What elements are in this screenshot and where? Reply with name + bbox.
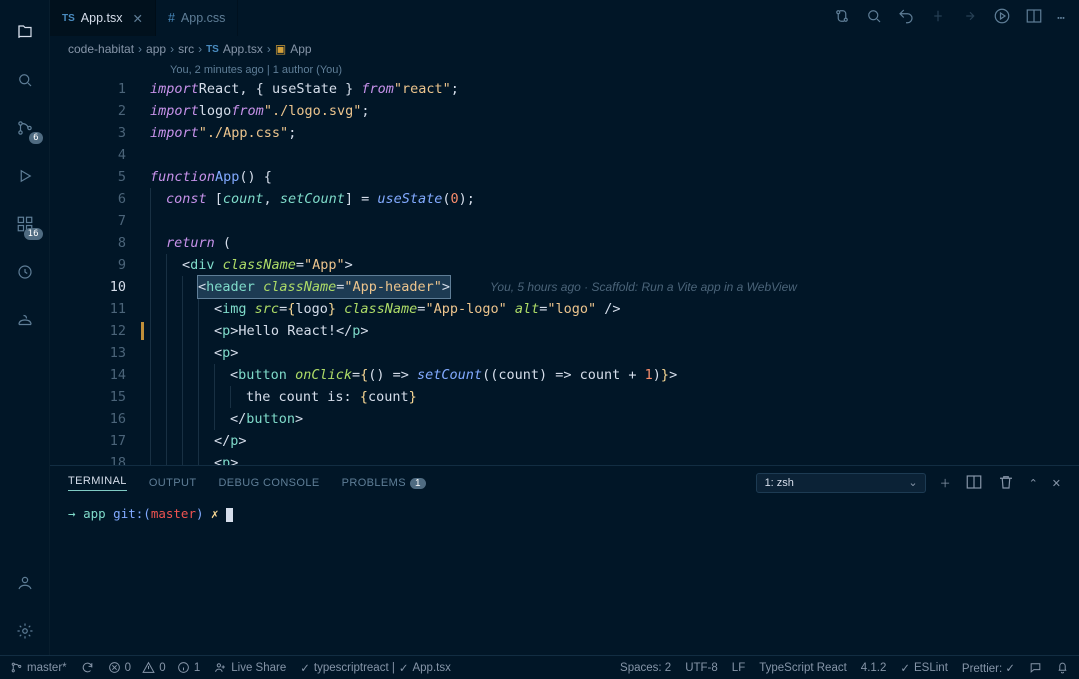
bottom-panel: TERMINAL OUTPUT DEBUG CONSOLE PROBLEMS1 … xyxy=(50,465,1079,655)
settings-gear-icon[interactable] xyxy=(11,617,39,645)
crumb[interactable]: app xyxy=(146,42,166,56)
prev-change-icon[interactable] xyxy=(929,7,947,29)
status-ts-version[interactable]: 4.1.2 xyxy=(861,662,887,674)
status-feedback-icon[interactable] xyxy=(1029,661,1042,674)
crumb[interactable]: code-habitat xyxy=(68,42,134,56)
close-icon[interactable]: ✕ xyxy=(132,11,142,26)
scm-badge: 6 xyxy=(29,132,42,144)
tab-label: App.tsx xyxy=(81,11,123,25)
status-encoding[interactable]: UTF-8 xyxy=(685,662,718,674)
new-terminal-icon[interactable]: ＋ xyxy=(940,475,951,491)
crumb[interactable]: src xyxy=(178,42,194,56)
accounts-icon[interactable] xyxy=(11,569,39,597)
status-branch[interactable]: master* xyxy=(10,661,67,674)
terminal-cursor xyxy=(226,508,233,522)
css-file-icon: # xyxy=(168,11,175,25)
maximize-panel-icon[interactable]: ⌃ xyxy=(1029,477,1038,490)
split-editor-icon[interactable] xyxy=(1025,7,1043,29)
crumb-symbol[interactable]: App xyxy=(290,42,311,56)
tab-app-tsx[interactable]: TS App.tsx ✕ xyxy=(50,0,156,36)
status-eslint[interactable]: ✓ ESLint xyxy=(900,661,948,675)
ts-file-icon: TS xyxy=(206,44,219,55)
source-control-icon[interactable]: 6 xyxy=(11,114,39,142)
ts-file-icon: TS xyxy=(62,13,75,24)
panel-tab-output[interactable]: OUTPUT xyxy=(149,477,197,489)
split-terminal-icon[interactable] xyxy=(965,473,983,494)
undo-icon[interactable] xyxy=(897,7,915,29)
editor-title-actions: ⋯ xyxy=(833,0,1079,36)
compare-changes-icon[interactable] xyxy=(833,7,851,29)
crumb-file[interactable]: App.tsx xyxy=(223,42,263,56)
gitlens-blame: You, 5 hours ago · Scaffold: Run a Vite … xyxy=(490,276,797,298)
status-liveshare[interactable]: Live Share xyxy=(214,661,286,674)
status-language-mode[interactable]: TypeScript React xyxy=(759,662,847,674)
more-actions-icon[interactable]: ⋯ xyxy=(1057,11,1065,26)
panel-tab-problems[interactable]: PROBLEMS1 xyxy=(342,477,426,489)
extensions-icon[interactable]: 16 xyxy=(11,210,39,238)
status-spaces[interactable]: Spaces: 2 xyxy=(620,662,671,674)
status-prettier[interactable]: Prettier: ✓ xyxy=(962,661,1015,675)
tab-app-css[interactable]: # App.css xyxy=(156,0,238,36)
terminal-body[interactable]: → app git:(master) ✗ xyxy=(50,500,1079,655)
kill-terminal-icon[interactable] xyxy=(997,473,1015,494)
run-icon[interactable] xyxy=(993,7,1011,29)
next-change-icon[interactable] xyxy=(961,7,979,29)
panel-tab-debug-console[interactable]: DEBUG CONSOLE xyxy=(218,477,319,489)
gitlens-codelens[interactable]: You, 2 minutes ago | 1 author (You) xyxy=(50,62,1079,78)
symbol-icon: ▣ xyxy=(275,42,286,56)
editor-tabs: TS App.tsx ✕ # App.css ⋯ xyxy=(50,0,1079,36)
status-bell-icon[interactable] xyxy=(1056,661,1069,674)
run-debug-icon[interactable] xyxy=(11,162,39,190)
status-bar: master* 0 0 1 Live Share ✓ typescriptrea… xyxy=(0,655,1079,679)
remote-icon[interactable] xyxy=(11,306,39,334)
panel-tab-terminal[interactable]: TERMINAL xyxy=(68,475,127,491)
breadcrumbs[interactable]: code-habitat› app› src› TS App.tsx› ▣ Ap… xyxy=(50,36,1079,62)
terminal-shell-select[interactable]: 1: zsh xyxy=(756,473,926,493)
code-editor[interactable]: 1import React, { useState } from "react"… xyxy=(50,78,1079,465)
extensions-badge: 16 xyxy=(24,228,43,240)
status-spellcheck-lang[interactable]: ✓ typescriptreact | ✓ App.tsx xyxy=(300,661,451,675)
search-icon[interactable] xyxy=(11,66,39,94)
timeline-icon[interactable] xyxy=(11,258,39,286)
status-problems[interactable]: 0 0 1 xyxy=(108,661,201,674)
open-changes-icon[interactable] xyxy=(865,7,883,29)
close-panel-icon[interactable]: ✕ xyxy=(1052,477,1061,490)
explorer-icon[interactable] xyxy=(11,18,39,46)
status-eol[interactable]: LF xyxy=(732,662,745,674)
activity-bar: 6 16 xyxy=(0,0,50,655)
status-sync[interactable] xyxy=(81,661,94,674)
tab-label: App.css xyxy=(181,11,225,25)
problems-count-badge: 1 xyxy=(410,478,426,489)
